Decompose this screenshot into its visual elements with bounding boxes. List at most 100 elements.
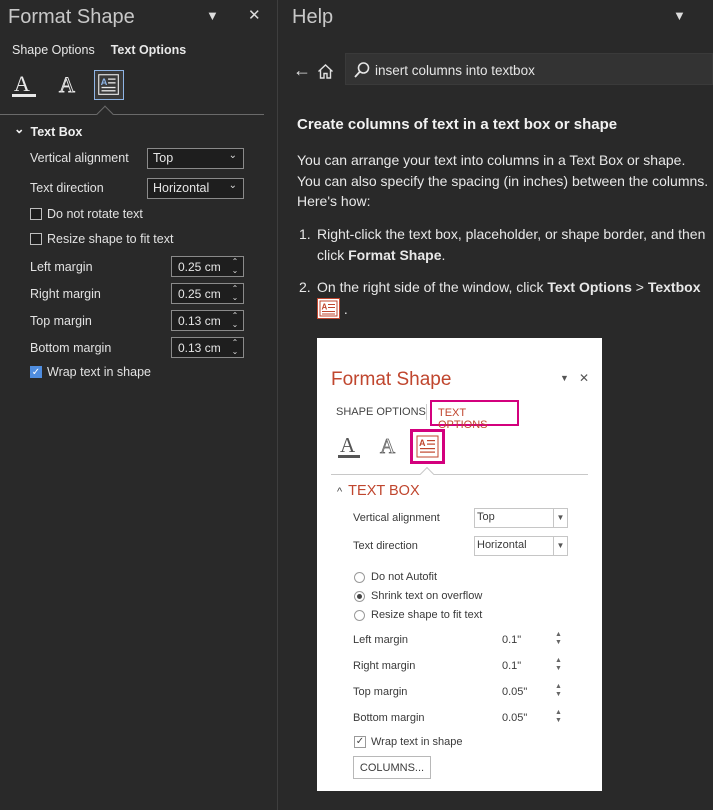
divider	[426, 404, 427, 420]
vertical-alignment-select: Top ▼	[474, 508, 568, 528]
svg-text:A: A	[322, 302, 328, 311]
section-label: Text Box	[30, 125, 83, 139]
step-text: On the right side of the window, click	[317, 279, 548, 295]
close-icon[interactable]: ✕	[248, 6, 261, 24]
vertical-alignment-value: Top	[477, 511, 495, 523]
radio-do-not-autofit	[354, 572, 365, 583]
screenshot-title: Format Shape	[331, 369, 452, 390]
radio-shrink-text	[354, 591, 365, 602]
pane-title: Format Shape	[8, 6, 135, 28]
back-arrow-icon[interactable]: ←	[293, 60, 311, 81]
spin-arrows-icon[interactable]: ⌃ ⌄	[230, 311, 240, 329]
article-screenshot: Format Shape ▼ ✕ SHAPE OPTIONS TEXT OPTI…	[317, 338, 602, 791]
right-margin-value: 0.1"	[502, 660, 522, 672]
textbox-icon: A	[317, 297, 340, 319]
left-margin-value: 0.25 cm	[178, 260, 221, 274]
text-direction-label: Text direction	[353, 540, 418, 552]
chevron-up-icon: ^	[337, 486, 343, 498]
radio-resize-shape	[354, 610, 365, 621]
text-effects-icon[interactable]: A	[53, 70, 83, 100]
search-input[interactable]: insert columns into textbox	[375, 63, 535, 78]
text-fill-outline-icon: A	[338, 433, 360, 458]
top-margin-label: Top margin	[30, 314, 92, 328]
tab-shape-options[interactable]: Shape Options	[12, 43, 95, 57]
screenshot-tab-shape-options: SHAPE OPTIONS	[336, 406, 426, 418]
vertical-alignment-select[interactable]: Top ⌄	[147, 148, 244, 169]
step-number: 2.	[299, 279, 311, 295]
home-icon[interactable]	[317, 63, 334, 80]
vertical-alignment-label: Vertical alignment	[30, 151, 129, 165]
help-options-dropdown[interactable]: ▼	[673, 8, 686, 23]
radio-label: Shrink text on overflow	[371, 590, 483, 602]
columns-button: COLUMNS...	[353, 756, 431, 779]
step-end: .	[441, 246, 446, 263]
screenshot-section-text-box: ^ TEXT BOX	[337, 483, 420, 499]
spin-arrows-icon: ▲ ▼	[555, 657, 562, 672]
section-text-box[interactable]: ⌄ Text Box	[14, 122, 83, 139]
step-sep: >	[631, 279, 648, 295]
textbox-icon[interactable]: A	[94, 70, 124, 100]
textbox-icon: A	[416, 435, 439, 458]
step-2: 2. On the right side of the window, clic…	[297, 277, 711, 319]
textbox-icon-highlight: A	[410, 429, 445, 464]
bottom-margin-spinner[interactable]: 0.13 cm ⌃ ⌄	[171, 337, 244, 358]
close-icon: ✕	[579, 371, 590, 385]
svg-text:A: A	[101, 77, 108, 87]
svg-text:A: A	[380, 434, 396, 458]
spin-arrows-icon[interactable]: ⌃ ⌄	[230, 284, 240, 302]
right-margin-spinner[interactable]: 0.25 cm ⌃ ⌄	[171, 283, 244, 304]
top-margin-label: Top margin	[353, 686, 408, 698]
text-fill-outline-icon[interactable]: A	[10, 70, 40, 100]
top-margin-value: 0.13 cm	[178, 314, 221, 328]
left-margin-value: 0.1"	[502, 634, 522, 646]
radio-label: Do not Autofit	[371, 571, 438, 583]
text-direction-select[interactable]: Horizontal ⌄	[147, 178, 244, 199]
chevron-down-icon: ▼	[553, 537, 567, 555]
chevron-down-icon: ⌄	[228, 180, 237, 191]
top-margin-spinner[interactable]: 0.13 cm ⌃ ⌄	[171, 310, 244, 331]
pane-options-dropdown[interactable]: ▼	[206, 8, 219, 23]
right-margin-label: Right margin	[353, 660, 416, 672]
text-direction-select: Horizontal ▼	[474, 536, 568, 556]
do-not-rotate-checkbox[interactable]	[30, 208, 42, 220]
wrap-text-label: Wrap text in shape	[47, 365, 151, 379]
left-margin-spinner[interactable]: 0.25 cm ⌃ ⌄	[171, 256, 244, 277]
spin-arrows-icon: ▲ ▼	[555, 683, 562, 698]
left-margin-label: Left margin	[30, 260, 93, 274]
chevron-down-icon: ⌄	[228, 150, 237, 161]
text-direction-value: Horizontal	[477, 539, 527, 551]
spin-arrows-icon: ▲ ▼	[555, 631, 562, 646]
format-shape-pane: Format Shape ▼ ✕ Shape Options Text Optio…	[0, 0, 278, 810]
bottom-margin-label: Bottom margin	[30, 341, 112, 355]
tab-pointer	[96, 105, 114, 123]
chevron-down-icon: ▼	[553, 509, 567, 527]
divider	[0, 114, 264, 115]
left-margin-label: Left margin	[353, 634, 409, 646]
wrap-text-label: Wrap text in shape	[371, 736, 463, 748]
resize-shape-label: Resize shape to fit text	[47, 232, 174, 246]
text-direction-label: Text direction	[30, 181, 104, 195]
spin-arrows-icon[interactable]: ⌃ ⌄	[230, 338, 240, 356]
divider	[331, 474, 588, 475]
vertical-alignment-label: Vertical alignment	[353, 512, 440, 524]
spin-arrows-icon[interactable]: ⌃ ⌄	[230, 257, 240, 275]
bottom-margin-value: 0.05"	[502, 712, 528, 724]
wrap-text-checkbox[interactable]: ✓	[30, 366, 42, 378]
vertical-alignment-value: Top	[153, 151, 174, 165]
wrap-text-checkbox: ✓	[354, 736, 366, 748]
do-not-rotate-label: Do not rotate text	[47, 207, 143, 221]
article-intro: You can arrange your text into columns i…	[297, 152, 709, 209]
top-margin-value: 0.05"	[502, 686, 528, 698]
text-effects-icon: A	[380, 434, 397, 459]
help-search-box[interactable]: insert columns into textbox	[345, 53, 713, 85]
right-margin-value: 0.25 cm	[178, 287, 221, 301]
step-bold: Format Shape	[348, 246, 442, 263]
resize-shape-checkbox[interactable]	[30, 233, 42, 245]
article-heading: Create columns of text in a text box or …	[297, 116, 618, 133]
svg-text:A: A	[419, 438, 426, 448]
text-options-icon-row: A A A	[10, 70, 140, 102]
chevron-down-icon: ⌄	[14, 122, 25, 136]
tab-text-options[interactable]: Text Options	[111, 43, 186, 57]
bottom-margin-value: 0.13 cm	[178, 341, 221, 355]
right-margin-label: Right margin	[30, 287, 101, 301]
